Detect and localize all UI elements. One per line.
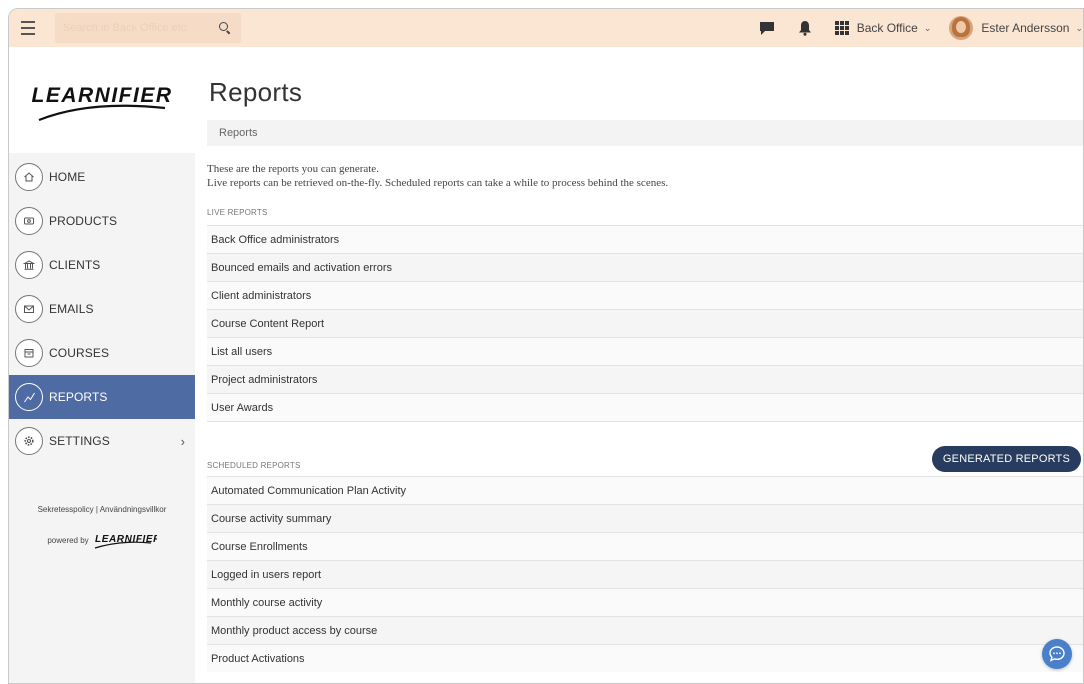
breadcrumb-item[interactable]: Reports <box>219 127 258 139</box>
learnifier-small-logo: LEARNIFIER <box>94 534 157 549</box>
app-switcher-label: Back Office <box>856 21 918 35</box>
sidebar-item-label: HOME <box>49 170 86 184</box>
sidebar-item-emails[interactable]: EMAILS <box>9 287 195 331</box>
list-item[interactable]: List all users <box>207 337 1083 365</box>
list-item[interactable]: Course Content Report <box>207 309 1083 337</box>
settings-icon <box>15 427 43 455</box>
chevron-down-icon: ⌄ <box>1075 22 1083 33</box>
list-item[interactable]: Automated Communication Plan Activity <box>207 476 1083 504</box>
user-menu[interactable]: Ester Andersson ⌄ <box>981 21 1083 35</box>
sidebar-item-clients[interactable]: CLIENTS <box>9 243 195 287</box>
logo[interactable]: LEARNIFIER <box>9 47 195 153</box>
intro-line-2: Live reports can be retrieved on-the-fly… <box>207 177 669 189</box>
list-item[interactable]: Product Activations <box>207 644 1083 672</box>
sidebar-item-home[interactable]: HOME <box>9 155 195 199</box>
sidebar-item-label: COURSES <box>49 346 110 360</box>
list-item[interactable]: Monthly course activity <box>207 588 1083 616</box>
scheduled-reports-heading: SCHEDULED REPORTS <box>207 461 301 470</box>
sidebar: LEARNIFIER HOME PRODUCTS CLIENTS EMAILS … <box>9 47 195 683</box>
search-icon[interactable] <box>219 22 231 34</box>
search-box <box>55 13 241 43</box>
list-item[interactable]: Client administrators <box>207 281 1083 309</box>
top-right-controls: Back Office ⌄ Ester Andersson ⌄ <box>759 9 1083 47</box>
sidebar-item-reports[interactable]: REPORTS <box>9 375 195 419</box>
top-bar: Back Office ⌄ Ester Andersson ⌄ <box>9 9 1083 47</box>
bell-icon[interactable] <box>797 20 813 36</box>
sidebar-item-label: PRODUCTS <box>49 214 118 228</box>
courses-icon <box>15 339 43 367</box>
powered-by: powered by LEARNIFIER <box>9 530 195 550</box>
list-item[interactable]: Course Enrollments <box>207 532 1083 560</box>
scheduled-reports-list: Automated Communication Plan Activity Co… <box>207 476 1083 672</box>
list-item[interactable]: Project administrators <box>207 365 1083 393</box>
emails-icon <box>15 295 43 323</box>
sidebar-item-settings[interactable]: SETTINGS › <box>9 419 195 463</box>
list-item[interactable]: Bounced emails and activation errors <box>207 253 1083 281</box>
live-reports-heading: LIVE REPORTS <box>207 208 268 217</box>
sidebar-nav: HOME PRODUCTS CLIENTS EMAILS COURSES REP… <box>9 155 195 463</box>
footer-links-text[interactable]: Sekretesspolicy | Användningsvillkor <box>38 505 167 514</box>
app-switcher[interactable]: Back Office ⌄ <box>834 20 932 36</box>
page-title: Reports <box>209 77 303 107</box>
chat-icon[interactable] <box>759 20 775 36</box>
apps-grid-icon <box>834 20 850 36</box>
chat-bubble-icon[interactable] <box>1042 639 1072 669</box>
reports-icon <box>15 383 43 411</box>
learnifier-logo: LEARNIFIER <box>32 84 173 122</box>
products-icon <box>15 207 43 235</box>
sidebar-item-label: EMAILS <box>49 302 94 316</box>
list-item[interactable]: Back Office administrators <box>207 225 1083 253</box>
list-item[interactable]: Course activity summary <box>207 504 1083 532</box>
app-window: Back Office ⌄ Ester Andersson ⌄ LEARNIFI… <box>8 8 1084 684</box>
breadcrumb: Reports <box>207 120 1083 146</box>
generated-reports-button[interactable]: GENERATED REPORTS <box>931 446 1081 472</box>
powered-by-text: powered by <box>47 535 89 545</box>
scheduled-reports-header: SCHEDULED REPORTS GENERATED REPORTS <box>207 444 1083 476</box>
chevron-down-icon: ⌄ <box>923 22 932 33</box>
sidebar-item-label: CLIENTS <box>49 258 101 272</box>
list-item[interactable]: Monthly product access by course <box>207 616 1083 644</box>
logo-text: LEARNIFIER <box>32 84 173 107</box>
list-item[interactable]: Logged in users report <box>207 560 1083 588</box>
list-item[interactable]: User Awards <box>207 393 1083 421</box>
hamburger-menu-icon[interactable] <box>13 9 43 47</box>
sidebar-item-label: SETTINGS <box>49 434 110 448</box>
main-content: Reports Reports These are the reports yo… <box>195 47 1083 683</box>
clients-icon <box>15 251 43 279</box>
home-icon <box>15 163 43 191</box>
chevron-right-icon: › <box>180 433 185 449</box>
intro-line-1: These are the reports you can generate. <box>207 163 379 175</box>
powered-logo-text: LEARNIFIER <box>95 534 157 545</box>
live-reports-list: Back Office administrators Bounced email… <box>207 225 1083 422</box>
sidebar-item-products[interactable]: PRODUCTS <box>9 199 195 243</box>
intro-text: These are the reports you can generate. … <box>207 162 1083 190</box>
avatar[interactable] <box>949 16 974 40</box>
user-name: Ester Andersson <box>981 21 1070 35</box>
sidebar-item-label: REPORTS <box>49 390 108 404</box>
footer-links[interactable]: Sekretesspolicy | Användningsvillkor <box>9 505 195 514</box>
sidebar-item-courses[interactable]: COURSES <box>9 331 195 375</box>
search-input[interactable] <box>63 22 213 34</box>
